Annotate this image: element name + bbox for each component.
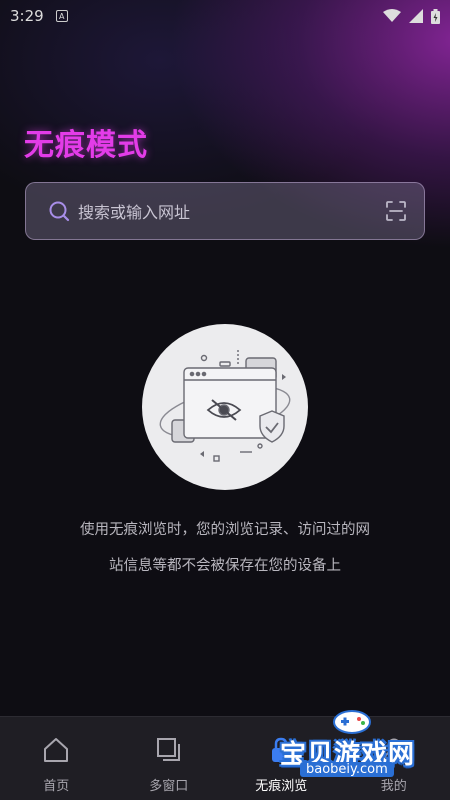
status-time: 3:29 xyxy=(10,7,44,25)
description-line-2: 站信息等都不会被保存在您的设备上 xyxy=(109,558,341,574)
search-placeholder: 搜索或输入网址 xyxy=(78,203,191,222)
search-input[interactable]: 搜索或输入网址 xyxy=(25,182,425,240)
home-icon xyxy=(44,738,69,762)
incognito-eye-icon xyxy=(159,350,291,462)
nav-item-windows[interactable]: 多窗口 xyxy=(113,717,226,800)
watermark: 宝贝游戏网 baobeiy.com xyxy=(272,700,450,800)
notification-icon: A xyxy=(55,10,68,22)
scan-icon[interactable] xyxy=(384,199,408,223)
windows-icon xyxy=(156,738,180,761)
battery-icon xyxy=(431,8,440,24)
nav-label-home: 首页 xyxy=(43,779,70,794)
wifi-icon xyxy=(383,9,401,22)
signal-icon xyxy=(409,9,423,23)
gamepad-icon xyxy=(333,710,371,734)
nav-label-windows: 多窗口 xyxy=(149,779,189,794)
nav-item-home[interactable]: 首页 xyxy=(0,717,113,800)
watermark-domain: baobeiy.com xyxy=(300,762,394,777)
page-title: 无痕模式 xyxy=(24,128,148,163)
status-bar: 3:29 A xyxy=(0,0,450,32)
incognito-illustration xyxy=(142,324,308,490)
status-icons xyxy=(383,8,440,24)
description-line-1: 使用无痕浏览时，您的浏览记录、访问过的网 xyxy=(80,522,370,538)
search-icon xyxy=(49,201,70,222)
